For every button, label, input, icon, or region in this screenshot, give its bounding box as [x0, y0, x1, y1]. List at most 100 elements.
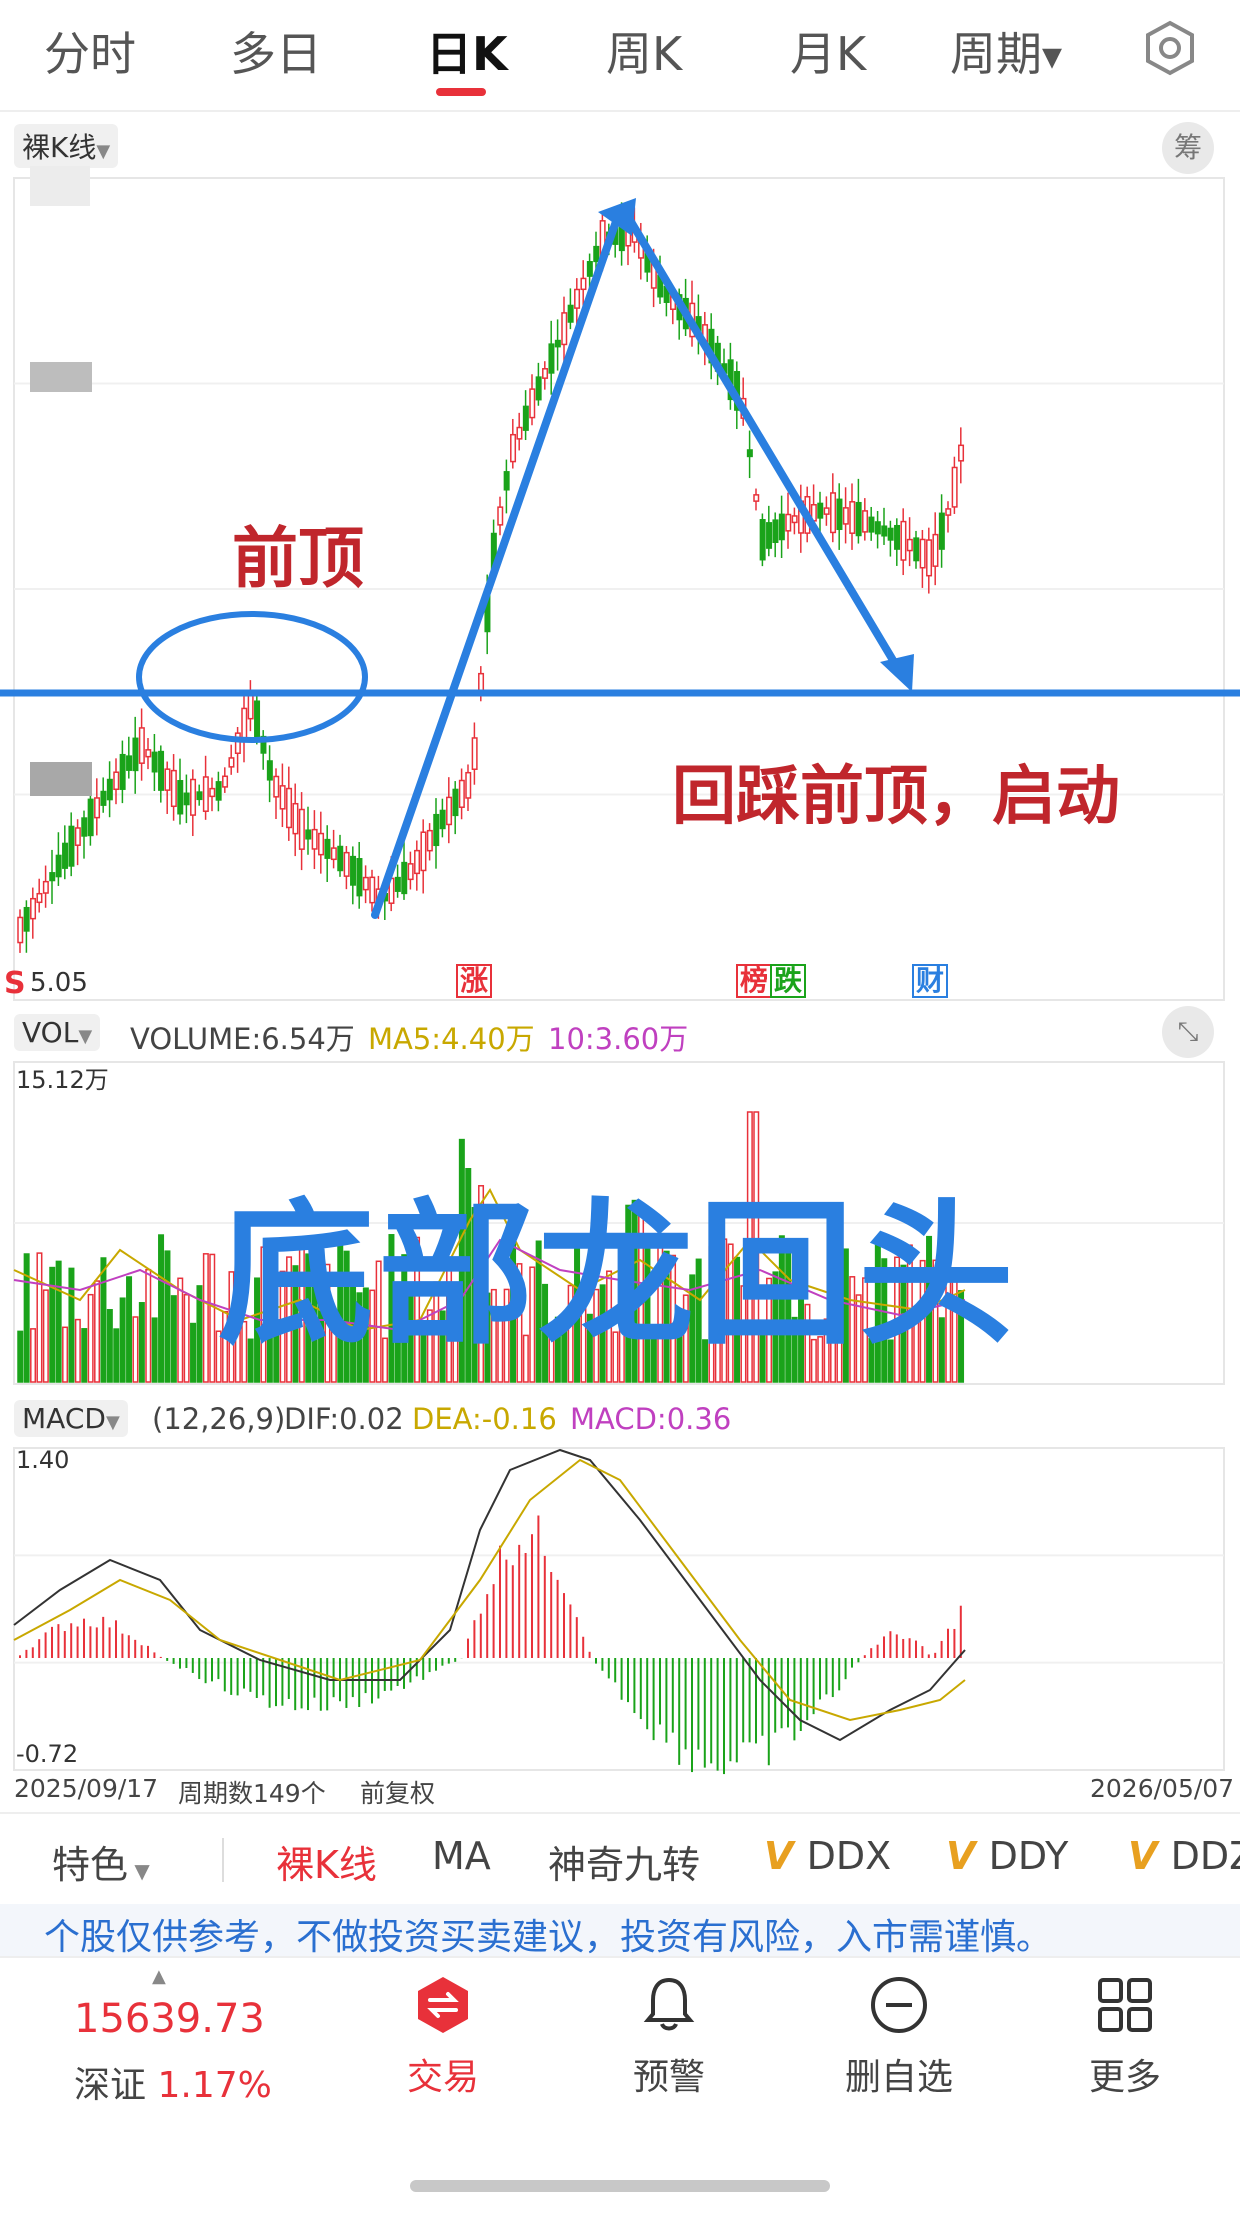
- trade-button[interactable]: 交易: [368, 1974, 518, 2100]
- vip-icon: V: [764, 1834, 807, 1878]
- candle-body: [874, 521, 881, 535]
- candle-body: [836, 498, 843, 531]
- candle-body: [868, 516, 875, 533]
- candle-body: [151, 751, 158, 773]
- billboard-marker[interactable]: 榜: [736, 964, 773, 998]
- trade-icon: [418, 1977, 468, 2033]
- candle-body: [324, 838, 331, 859]
- divider: [0, 1956, 1240, 1958]
- candle-body: [292, 802, 299, 835]
- candle-body: [958, 444, 965, 462]
- indicator-tab-feature[interactable]: 特色 ▼: [52, 1834, 150, 1889]
- volume-bar: [177, 1277, 184, 1383]
- adjust-mode[interactable]: 前复权: [360, 1774, 435, 1810]
- candle-body: [913, 537, 920, 562]
- limit-up-marker[interactable]: 涨: [456, 964, 493, 998]
- volume-bar: [23, 1253, 30, 1383]
- candle-body: [433, 813, 440, 847]
- volume-selector-label: VOL: [22, 1016, 79, 1049]
- indicator-tab-ma[interactable]: MA: [432, 1834, 491, 1878]
- macd-params: (12,26,9): [152, 1402, 286, 1436]
- expand-icon[interactable]: ⤡: [1162, 1006, 1214, 1058]
- volume-bar: [164, 1250, 171, 1383]
- volume-bar: [138, 1302, 145, 1383]
- candle-body: [215, 781, 222, 801]
- index-name-change[interactable]: 深证 1.17%: [74, 2056, 272, 2108]
- stock-chart: [0, 177, 1240, 1775]
- volume-bar: [170, 1295, 177, 1383]
- volume-bar: [190, 1322, 197, 1383]
- candle-body: [106, 778, 113, 801]
- volume-bar: [119, 1297, 126, 1383]
- vip-icon: V: [946, 1834, 989, 1878]
- candle-body: [132, 737, 139, 772]
- candle-body: [164, 768, 171, 791]
- indicator-tabs: 特色 ▼ 裸K线 MA 神奇九转 V DDX V DDY V DDZ: [0, 1814, 1240, 1904]
- index-change: 1.17%: [157, 2065, 272, 2106]
- macd-lines: [13, 1448, 966, 1742]
- candle-body: [362, 876, 369, 891]
- chevron-down-icon: ▼: [128, 1859, 150, 1883]
- alert-button[interactable]: 预警: [594, 1974, 744, 2100]
- candle-body: [791, 515, 798, 524]
- macd-dea-line: [13, 1458, 966, 1722]
- candle-body: [126, 755, 133, 771]
- candle-body: [586, 261, 593, 277]
- indicator-tab-ddz[interactable]: V DDZ: [1128, 1834, 1240, 1878]
- candle-body: [580, 277, 587, 291]
- candle-body: [113, 771, 120, 791]
- candle-body: [900, 520, 907, 561]
- indicator-tab-ddy[interactable]: V DDY: [946, 1834, 1068, 1878]
- finance-marker[interactable]: 财: [912, 964, 949, 998]
- candle-body: [593, 245, 600, 263]
- index-value[interactable]: 15639.73: [74, 1996, 265, 2042]
- divider: [222, 1838, 224, 1882]
- candle-body: [196, 791, 203, 801]
- index-name: 深证: [74, 2065, 147, 2106]
- s-marker: S: [4, 966, 26, 1001]
- candle-body: [529, 388, 536, 419]
- macd-dif: DIF:0.02: [284, 1402, 404, 1436]
- volume-bar: [145, 1268, 152, 1383]
- candle-body: [222, 775, 229, 788]
- candle-body: [74, 827, 81, 846]
- indicator-tab-naked-k[interactable]: 裸K线: [276, 1834, 377, 1889]
- more-button[interactable]: 更多: [1050, 1974, 1200, 2100]
- remove-watchlist-button[interactable]: 删自选: [824, 1974, 974, 2100]
- candle-body: [855, 501, 862, 537]
- macd-indicator-selector[interactable]: MACD▼: [14, 1400, 128, 1437]
- volume-bar: [158, 1234, 165, 1383]
- candle-body: [177, 780, 184, 815]
- disclaimer-bar: 个股仅供参考，不做投资买卖建议，投资有风险，入市需谨慎。: [0, 1904, 1240, 1958]
- candle-body: [817, 502, 824, 519]
- volume-indicator-selector[interactable]: VOL▼: [14, 1014, 101, 1051]
- annotation-retest-start: 回踩前顶，启动: [672, 760, 1120, 834]
- fall-arrow-head: [880, 654, 914, 692]
- candle-body: [36, 892, 43, 904]
- candle-body: [458, 779, 465, 808]
- prev-top-circle: [136, 611, 368, 743]
- indicator-tab-magic-nine[interactable]: 神奇九转: [548, 1834, 700, 1889]
- trade-label: 交易: [406, 2057, 479, 2098]
- remove-watchlist-label: 删自选: [844, 2057, 953, 2098]
- volume-bar: [132, 1316, 139, 1383]
- overlay-title: 底部龙回头: [218, 1184, 1018, 1366]
- volume-bar: [30, 1328, 37, 1383]
- candle-body: [446, 796, 453, 826]
- disclaimer-text: 个股仅供参考，不做投资买卖建议，投资有风险，入市需谨慎。: [44, 1917, 1053, 1958]
- candle-body: [209, 787, 216, 798]
- candle-body: [55, 854, 62, 878]
- candle-body: [241, 707, 248, 741]
- candle-body: [894, 524, 901, 550]
- indicator-tab-ddx[interactable]: V DDX: [764, 1834, 891, 1878]
- alert-label: 预警: [632, 2057, 705, 2098]
- candle-body: [119, 753, 126, 790]
- volume-bar: [202, 1253, 209, 1383]
- candle-body: [87, 798, 94, 837]
- candle-body: [522, 405, 529, 431]
- limit-down-marker[interactable]: 跌: [770, 964, 807, 998]
- candle-body: [228, 757, 235, 768]
- volume-bar: [113, 1328, 120, 1383]
- macd-max-label: 1.40: [16, 1446, 70, 1474]
- chevron-down-icon: ▼: [105, 1412, 120, 1433]
